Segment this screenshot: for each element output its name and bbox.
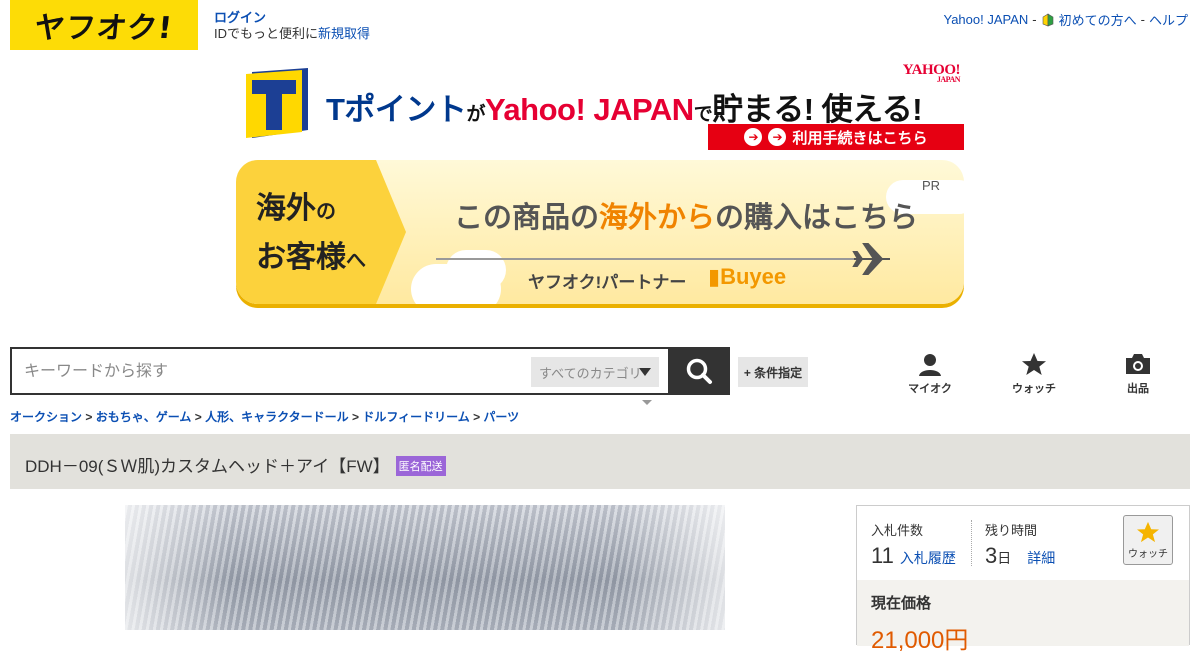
image-edge-fade	[125, 505, 725, 630]
partner-label: ヤフオク!パートナー	[528, 273, 687, 292]
overseas-buyee-banner[interactable]: 海外の お客様へ PR この商品の海外からの購入はこちら ヤフオク!パートナー …	[236, 160, 964, 304]
search-bar: すべてのカテゴリ	[10, 347, 730, 395]
flight-line	[436, 258, 856, 260]
item-main-image[interactable]	[125, 505, 725, 630]
logo-text: ヤフオク!	[32, 11, 175, 46]
breadcrumb-link[interactable]: パーツ	[483, 410, 519, 424]
bid-history-link[interactable]: 入札履歴	[900, 550, 956, 566]
search-icon	[686, 358, 712, 384]
nav-watch[interactable]: ウォッチ	[1004, 352, 1064, 396]
star-icon	[1022, 353, 1046, 375]
category-select[interactable]: すべてのカテゴリ	[531, 357, 659, 387]
camera-icon	[1126, 354, 1150, 374]
signup-link[interactable]: 新規取得	[318, 26, 370, 41]
cloud-decoration	[446, 250, 506, 290]
bid-info-box: 入札件数 11 入札履歴 残り時間 3日 詳細 ウォッチ 現在価格 21,000円	[856, 505, 1190, 654]
bids-count-label: 入札件数	[871, 523, 924, 538]
star-icon	[1137, 521, 1159, 543]
current-price-label: 現在価格	[871, 595, 932, 612]
beginner-leaf-icon	[1042, 12, 1053, 26]
search-input[interactable]	[22, 349, 526, 395]
search-button[interactable]	[668, 347, 730, 395]
overseas-message: この商品の海外からの購入はこちら	[454, 202, 919, 234]
tpoint-banner[interactable]: YAHOO! JAPAN TポイントがYahoo! JAPANで貯まる! 使える!…	[246, 62, 964, 152]
time-left-value: 3	[985, 543, 998, 568]
separator: -	[1140, 12, 1145, 27]
item-title: DDH－09(ＳＷ肌)カスタムヘッド＋アイ【FW】	[25, 457, 390, 476]
nav-sell[interactable]: 出品	[1108, 352, 1168, 396]
bids-count-block: 入札件数 11 入札履歴	[871, 520, 956, 569]
current-price-box: 現在価格 21,000円	[857, 580, 1189, 654]
breadcrumb-link[interactable]: おもちゃ、ゲーム	[96, 410, 192, 424]
overseas-customer-label: 海外の お客様へ	[256, 192, 366, 274]
time-detail-link[interactable]: 詳細	[1027, 550, 1055, 566]
signup-prefix: IDでもっと便利に	[214, 26, 319, 41]
login-link[interactable]: ログイン	[214, 10, 266, 25]
beginners-link[interactable]: 初めての方へ	[1059, 10, 1137, 29]
breadcrumb-link[interactable]: オークション	[10, 410, 82, 424]
pr-label: PR	[921, 178, 940, 193]
login-area: ログイン IDでもっと便利に新規取得	[214, 10, 370, 42]
conditions-button[interactable]: + 条件指定	[738, 357, 808, 387]
tpoint-headline: TポイントがYahoo! JAPANで貯まる! 使える!	[326, 92, 923, 127]
time-left-unit: 日	[997, 550, 1012, 566]
tpoint-card-icon	[246, 68, 308, 138]
arrow-right-icon: ➔	[744, 128, 763, 146]
watch-button[interactable]: ウォッチ	[1123, 515, 1173, 565]
time-left-label: 残り時間	[985, 523, 1038, 538]
tpoint-cta[interactable]: ➔ ➔ 利用手続きはこちら	[708, 124, 964, 150]
anonymous-shipping-badge: 匿名配送	[395, 456, 446, 476]
yahoo-japan-link[interactable]: Yahoo! JAPAN	[943, 12, 1028, 27]
arrow-right-icon: ➔	[768, 128, 787, 146]
person-icon	[919, 354, 941, 376]
breadcrumb-link[interactable]: 人形、キャラクタードール	[205, 410, 349, 424]
bids-count: 11	[871, 543, 894, 568]
item-title-bar: DDH－09(ＳＷ肌)カスタムヘッド＋アイ【FW】 匿名配送	[10, 434, 1190, 489]
help-link[interactable]: ヘルプ	[1149, 10, 1188, 29]
caret-down-icon	[639, 368, 651, 376]
divider	[971, 520, 973, 566]
separator: -	[1032, 12, 1037, 27]
buyee-logo: ▮Buyee	[708, 264, 787, 289]
yahoo-japan-logo: YAHOO! JAPAN	[902, 62, 961, 84]
airplane-icon	[852, 243, 890, 275]
nav-myauc[interactable]: マイオク	[900, 352, 960, 396]
current-price: 21,000円	[871, 627, 969, 654]
time-left-block: 残り時間 3日 詳細	[985, 520, 1055, 569]
yahuoku-logo[interactable]: ヤフオク!	[10, 0, 198, 50]
caret-down-icon[interactable]	[642, 400, 652, 405]
breadcrumb-link[interactable]: ドルフィードリーム	[362, 410, 469, 424]
top-links: Yahoo! JAPAN - 初めての方へ - ヘルプ	[943, 10, 1188, 29]
breadcrumb: オークション > おもちゃ、ゲーム > 人形、キャラクタードール > ドルフィー…	[10, 410, 520, 424]
